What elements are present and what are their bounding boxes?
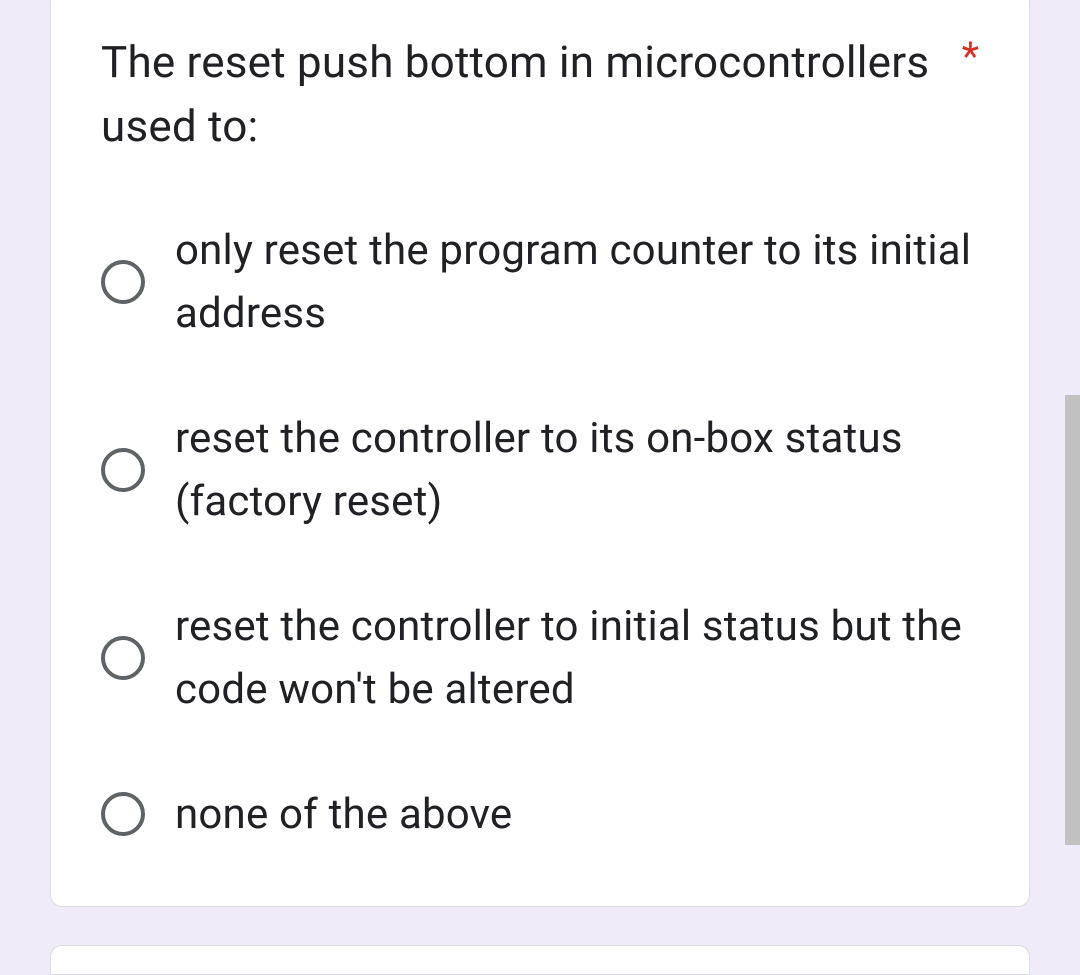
option-row[interactable]: none of the above — [101, 783, 979, 846]
question-header: The reset push bottom in microcontroller… — [101, 31, 979, 159]
question-text: The reset push bottom in microcontroller… — [101, 31, 962, 159]
radio-icon[interactable] — [101, 636, 145, 680]
option-label: reset the controller to its on-box statu… — [175, 407, 979, 533]
required-marker: * — [962, 37, 979, 77]
option-row[interactable]: only reset the program counter to its in… — [101, 219, 979, 345]
option-row[interactable]: reset the controller to initial status b… — [101, 595, 979, 721]
option-label: none of the above — [175, 783, 512, 846]
radio-icon[interactable] — [101, 260, 145, 304]
radio-icon[interactable] — [101, 448, 145, 492]
question-card: The reset push bottom in microcontroller… — [50, 0, 1030, 907]
option-row[interactable]: reset the controller to its on-box statu… — [101, 407, 979, 533]
option-label: only reset the program counter to its in… — [175, 219, 979, 345]
option-label: reset the controller to initial status b… — [175, 595, 979, 721]
next-card-top — [50, 945, 1030, 975]
options-list: only reset the program counter to its in… — [101, 219, 979, 846]
scrollbar-thumb[interactable] — [1065, 395, 1080, 845]
radio-icon[interactable] — [101, 792, 145, 836]
